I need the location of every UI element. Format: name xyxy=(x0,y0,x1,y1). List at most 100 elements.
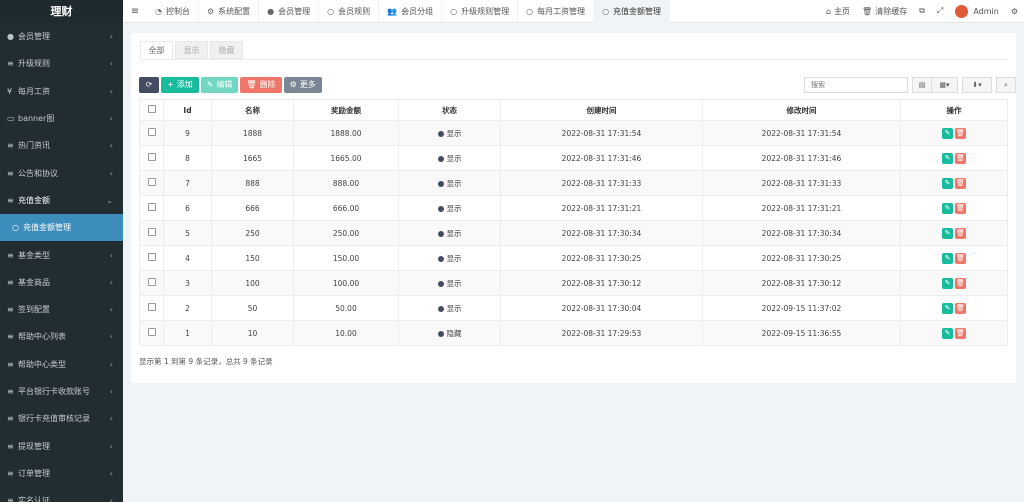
edit-button[interactable]: ✎ 编辑 xyxy=(200,77,239,93)
header-created[interactable]: 创建时间 xyxy=(500,99,703,121)
table-row[interactable]: 8 1665 1665.00 显示 2022-08-31 17:31:46 2022-08… xyxy=(139,145,1008,171)
tab-hide[interactable]: 隐藏 xyxy=(210,41,243,59)
sidebar-item[interactable]: ≡ 公告和协议 ‹ xyxy=(0,159,123,186)
nav-tab[interactable]: ◔ 控制台 xyxy=(147,0,199,23)
checkbox[interactable] xyxy=(147,178,156,186)
checkbox[interactable] xyxy=(147,128,156,136)
row-delete-button[interactable]: 🗑 xyxy=(955,177,966,189)
nav-tab[interactable]: ○ 充值金额管理 xyxy=(594,0,671,23)
row-select[interactable] xyxy=(139,195,164,221)
table-row[interactable]: 4 150 150.00 显示 2022-08-31 17:30:25 2022-08-3… xyxy=(139,245,1008,271)
row-edit-button[interactable]: ✎ xyxy=(942,152,953,164)
fullscreen-button[interactable]: ⤢ xyxy=(931,6,949,16)
row-edit-button[interactable]: ✎ xyxy=(942,177,953,189)
row-delete-button[interactable]: 🗑 xyxy=(955,202,966,214)
row-delete-button[interactable]: 🗑 xyxy=(955,227,966,239)
columns-dropdown[interactable]: ▦▾ xyxy=(932,77,958,93)
row-edit-button[interactable]: ✎ xyxy=(942,202,953,214)
row-edit-button[interactable]: ✎ xyxy=(942,327,953,339)
sidebar-item[interactable]: ≡ 基金商品 ‹ xyxy=(0,269,123,296)
sidebar-item[interactable]: ● 会员管理 ‹ xyxy=(0,23,123,50)
header-id[interactable]: Id xyxy=(163,99,212,121)
tab-show[interactable]: 显示 xyxy=(175,41,208,59)
row-delete-button[interactable]: 🗑 xyxy=(955,127,966,139)
sidebar-item[interactable]: ≡ 升级规则 ‹ xyxy=(0,50,123,77)
sidebar-item[interactable]: ≡ 平台银行卡收款账号 ‹ xyxy=(0,378,123,405)
checkbox[interactable] xyxy=(147,278,156,286)
table-row[interactable]: 2 50 50.00 显示 2022-08-31 17:30:04 2022-09-15 … xyxy=(139,295,1008,321)
header-status[interactable]: 状态 xyxy=(398,99,501,121)
nav-tab[interactable]: ● 会员管理 xyxy=(259,0,320,23)
nav-tab[interactable]: ○ 每月工资管理 xyxy=(518,0,595,23)
row-delete-button[interactable]: 🗑 xyxy=(955,302,966,314)
sidebar-item[interactable]: ≡ 提现管理 ‹ xyxy=(0,432,123,459)
table-row[interactable]: 7 888 888.00 显示 2022-08-31 17:31:33 2022-08-3… xyxy=(139,170,1008,196)
row-select[interactable] xyxy=(139,120,164,146)
sidebar-item[interactable]: ▭ banner图 ‹ xyxy=(0,105,123,132)
translate-button[interactable]: ⧉ xyxy=(913,6,931,16)
row-select[interactable] xyxy=(139,295,164,321)
export-dropdown[interactable]: ⬇▾ xyxy=(962,77,992,93)
table-row[interactable]: 1 10 10.00 隐藏 2022-08-31 17:29:53 2022-09-15 … xyxy=(139,320,1008,346)
sidebar-item[interactable]: ○ 充值金额管理 xyxy=(0,214,123,242)
sidebar-item[interactable]: ≡ 帮助中心列表 ‹ xyxy=(0,323,123,350)
checkbox[interactable] xyxy=(147,253,156,261)
checkbox[interactable] xyxy=(147,328,156,336)
toggle-view-button[interactable]: ▤ xyxy=(912,77,932,93)
row-select[interactable] xyxy=(139,170,164,196)
refresh-button[interactable]: ⟳ xyxy=(139,77,159,93)
tab-all[interactable]: 全部 xyxy=(140,41,173,59)
checkbox[interactable] xyxy=(147,153,156,161)
sidebar-item[interactable]: ≡ 充值金额 ⌄ xyxy=(0,187,123,214)
sidebar-item[interactable]: ≡ 基金类型 ‹ xyxy=(0,241,123,268)
nav-tab[interactable]: ○ 升级规则管理 xyxy=(442,0,519,23)
row-select[interactable] xyxy=(139,320,164,346)
common-search-button[interactable]: ⌕ xyxy=(996,77,1016,93)
row-select[interactable] xyxy=(139,145,164,171)
status-dot xyxy=(437,130,444,137)
sidebar-item[interactable]: ≡ 订单管理 ‹ xyxy=(0,460,123,487)
search-input[interactable] xyxy=(804,77,908,93)
row-edit-button[interactable]: ✎ xyxy=(942,302,953,314)
checkbox[interactable] xyxy=(147,105,156,113)
header-updated[interactable]: 修改时间 xyxy=(702,99,901,121)
row-delete-button[interactable]: 🗑 xyxy=(955,252,966,264)
row-delete-button[interactable]: 🗑 xyxy=(955,277,966,289)
row-delete-button[interactable]: 🗑 xyxy=(955,152,966,164)
nav-tab[interactable]: ○ 会员规则 xyxy=(319,0,380,23)
row-delete-button[interactable]: 🗑 xyxy=(955,327,966,339)
table-row[interactable]: 9 1888 1888.00 显示 2022-08-31 17:31:54 2022-08… xyxy=(139,120,1008,146)
table-row[interactable]: 3 100 100.00 显示 2022-08-31 17:30:12 2022-08-3… xyxy=(139,270,1008,296)
sidebar-item[interactable]: ¥ 每月工资 ‹ xyxy=(0,78,123,105)
checkbox[interactable] xyxy=(147,303,156,311)
sidebar-item[interactable]: ≡ 热门资讯 ‹ xyxy=(0,132,123,159)
header-select-all[interactable] xyxy=(139,99,164,121)
table-row[interactable]: 5 250 250.00 显示 2022-08-31 17:30:34 2022-08-3… xyxy=(139,220,1008,246)
home-link[interactable]: ⌂ 主页 xyxy=(820,6,856,17)
nav-tab[interactable]: 👥 会员分组 xyxy=(379,0,443,23)
sidebar-item[interactable]: ≡ 帮助中心类型 ‹ xyxy=(0,351,123,378)
row-select[interactable] xyxy=(139,245,164,271)
row-select[interactable] xyxy=(139,220,164,246)
checkbox[interactable] xyxy=(147,203,156,211)
row-edit-button[interactable]: ✎ xyxy=(942,277,953,289)
sidebar-item[interactable]: ≡ 签到配置 ‹ xyxy=(0,296,123,323)
header-amount[interactable]: 奖励金额 xyxy=(293,99,399,121)
row-edit-button[interactable]: ✎ xyxy=(942,127,953,139)
sidebar-item[interactable]: ≡ 银行卡充值审核记录 ‹ xyxy=(0,405,123,432)
delete-button[interactable]: 🗑 删除 xyxy=(240,77,282,93)
row-select[interactable] xyxy=(139,270,164,296)
nav-tab[interactable]: ⚙ 系统配置 xyxy=(199,0,260,23)
row-edit-button[interactable]: ✎ xyxy=(942,252,953,264)
more-button[interactable]: ⚙ 更多 xyxy=(283,77,322,93)
table-row[interactable]: 6 666 666.00 显示 2022-08-31 17:31:21 2022-08-3… xyxy=(139,195,1008,221)
settings-button[interactable]: ⚙ xyxy=(1005,7,1024,16)
clear-cache-button[interactable]: 🗑 清除缓存 xyxy=(856,6,913,17)
add-button[interactable]: + 添加 xyxy=(161,77,199,93)
checkbox[interactable] xyxy=(147,228,156,236)
sidebar-item[interactable]: ≡ 实名认证 ‹ xyxy=(0,487,123,502)
header-name[interactable]: 名称 xyxy=(211,99,294,121)
row-edit-button[interactable]: ✎ xyxy=(942,227,953,239)
user-menu[interactable]: Admin xyxy=(949,4,1005,18)
hamburger-icon[interactable]: ≡ xyxy=(123,6,147,17)
